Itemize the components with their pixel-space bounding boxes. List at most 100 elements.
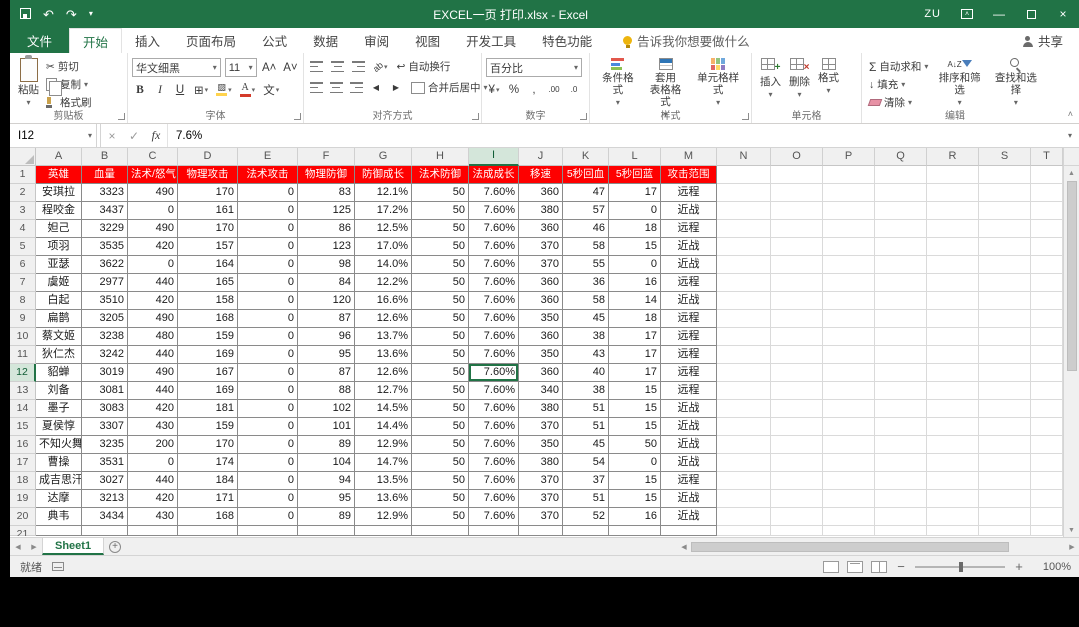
autosum-button[interactable]: Σ 自动求和 ▾ xyxy=(866,58,931,75)
cell-E2[interactable]: 0 xyxy=(238,184,298,202)
cell-G14[interactable]: 14.5% xyxy=(355,400,412,418)
cell-C13[interactable]: 440 xyxy=(128,382,178,400)
cell-Q20[interactable] xyxy=(875,508,927,526)
cell-A21[interactable] xyxy=(36,526,82,536)
cell-N8[interactable] xyxy=(717,292,771,310)
conditional-formatting-button[interactable]: 条件格式 ▾ xyxy=(594,56,642,109)
cell-H3[interactable]: 50 xyxy=(412,202,469,220)
cell-A8[interactable]: 白起 xyxy=(36,292,82,310)
scroll-up-icon[interactable]: ▲ xyxy=(1064,166,1079,180)
cell-R20[interactable] xyxy=(927,508,979,526)
cell-Q1[interactable] xyxy=(875,166,927,184)
tab-开发工具[interactable]: 开发工具 xyxy=(453,28,529,53)
cell-M11[interactable]: 远程 xyxy=(661,346,717,364)
column-header-R[interactable]: R xyxy=(927,148,979,166)
cell-D16[interactable]: 170 xyxy=(178,436,238,454)
cell-N6[interactable] xyxy=(717,256,771,274)
cell-P5[interactable] xyxy=(823,238,875,256)
cell-S15[interactable] xyxy=(979,418,1031,436)
cell-B10[interactable]: 3238 xyxy=(82,328,128,346)
cell-I18[interactable]: 7.60% xyxy=(469,472,519,490)
macro-record-icon[interactable] xyxy=(52,562,64,571)
cell-O20[interactable] xyxy=(771,508,823,526)
cell-P2[interactable] xyxy=(823,184,875,202)
column-header-P[interactable]: P xyxy=(823,148,875,166)
cell-O17[interactable] xyxy=(771,454,823,472)
cell-S21[interactable] xyxy=(979,526,1031,536)
cell-C20[interactable]: 430 xyxy=(128,508,178,526)
cell-I15[interactable]: 7.60% xyxy=(469,418,519,436)
cell-D9[interactable]: 168 xyxy=(178,310,238,328)
cell-K5[interactable]: 58 xyxy=(563,238,609,256)
cell-B21[interactable] xyxy=(82,526,128,536)
cell-O15[interactable] xyxy=(771,418,823,436)
cell-T1[interactable] xyxy=(1031,166,1063,184)
cell-C7[interactable]: 440 xyxy=(128,274,178,292)
column-header-C[interactable]: C xyxy=(128,148,178,166)
cell-T20[interactable] xyxy=(1031,508,1063,526)
cell-I2[interactable]: 7.60% xyxy=(469,184,519,202)
cell-N9[interactable] xyxy=(717,310,771,328)
column-header-H[interactable]: H xyxy=(412,148,469,166)
cell-D4[interactable]: 170 xyxy=(178,220,238,238)
cell-E9[interactable]: 0 xyxy=(238,310,298,328)
cell-J21[interactable] xyxy=(519,526,563,536)
font-name-combo[interactable]: 华文细黑 ▾ xyxy=(132,58,221,77)
fill-button[interactable]: ↓ 填充 ▾ xyxy=(866,76,931,93)
cell-G21[interactable] xyxy=(355,526,412,536)
clipboard-dialog-launcher-icon[interactable] xyxy=(118,113,125,120)
cell-D15[interactable]: 159 xyxy=(178,418,238,436)
cell-L5[interactable]: 15 xyxy=(609,238,661,256)
cell-F20[interactable]: 89 xyxy=(298,508,355,526)
cell-C4[interactable]: 490 xyxy=(128,220,178,238)
cell-B6[interactable]: 3622 xyxy=(82,256,128,274)
sheet-nav-right-icon[interactable]: ▶ xyxy=(26,538,42,555)
cell-P8[interactable] xyxy=(823,292,875,310)
cell-H2[interactable]: 50 xyxy=(412,184,469,202)
cell-K11[interactable]: 43 xyxy=(563,346,609,364)
cell-G19[interactable]: 13.6% xyxy=(355,490,412,508)
column-header-K[interactable]: K xyxy=(563,148,609,166)
row-header-5[interactable]: 5 xyxy=(10,238,36,256)
row-header-13[interactable]: 13 xyxy=(10,382,36,400)
cell-D2[interactable]: 170 xyxy=(178,184,238,202)
horizontal-scrollbar[interactable]: ◀ ▶ xyxy=(677,538,1079,555)
align-middle-button[interactable] xyxy=(329,58,346,75)
cell-S19[interactable] xyxy=(979,490,1031,508)
cell-A20[interactable]: 典韦 xyxy=(36,508,82,526)
cell-T2[interactable] xyxy=(1031,184,1063,202)
cell-J20[interactable]: 370 xyxy=(519,508,563,526)
cell-N2[interactable] xyxy=(717,184,771,202)
cell-M9[interactable]: 远程 xyxy=(661,310,717,328)
cell-T19[interactable] xyxy=(1031,490,1063,508)
cell-S20[interactable] xyxy=(979,508,1031,526)
cell-R17[interactable] xyxy=(927,454,979,472)
minimize-button[interactable]: — xyxy=(983,0,1015,28)
cell-B13[interactable]: 3081 xyxy=(82,382,128,400)
column-header-G[interactable]: G xyxy=(355,148,412,166)
phonetic-guide-button[interactable]: 文 ▾ xyxy=(261,81,281,98)
cell-A14[interactable]: 墨子 xyxy=(36,400,82,418)
cell-T3[interactable] xyxy=(1031,202,1063,220)
redo-button[interactable]: ↷ xyxy=(66,8,77,21)
cell-G1[interactable]: 防御成长 xyxy=(355,166,412,184)
cell-G7[interactable]: 12.2% xyxy=(355,274,412,292)
row-header-8[interactable]: 8 xyxy=(10,292,36,310)
cell-D19[interactable]: 171 xyxy=(178,490,238,508)
cell-B8[interactable]: 3510 xyxy=(82,292,128,310)
cell-T13[interactable] xyxy=(1031,382,1063,400)
find-select-button[interactable]: 查找和选择 ▾ xyxy=(988,56,1044,109)
cell-M12[interactable]: 远程 xyxy=(661,364,717,382)
paste-button[interactable]: 粘贴 ▾ xyxy=(14,55,43,109)
scroll-down-icon[interactable]: ▼ xyxy=(1064,523,1079,537)
cell-H7[interactable]: 50 xyxy=(412,274,469,292)
cell-J12[interactable]: 360 xyxy=(519,364,563,382)
cell-T8[interactable] xyxy=(1031,292,1063,310)
share-button[interactable]: 共享 xyxy=(1007,28,1079,53)
cell-F6[interactable]: 98 xyxy=(298,256,355,274)
cell-P4[interactable] xyxy=(823,220,875,238)
user-account-button[interactable]: ZU xyxy=(914,8,951,20)
cell-A16[interactable]: 不知火舞 xyxy=(36,436,82,454)
cell-D14[interactable]: 181 xyxy=(178,400,238,418)
cell-J18[interactable]: 370 xyxy=(519,472,563,490)
